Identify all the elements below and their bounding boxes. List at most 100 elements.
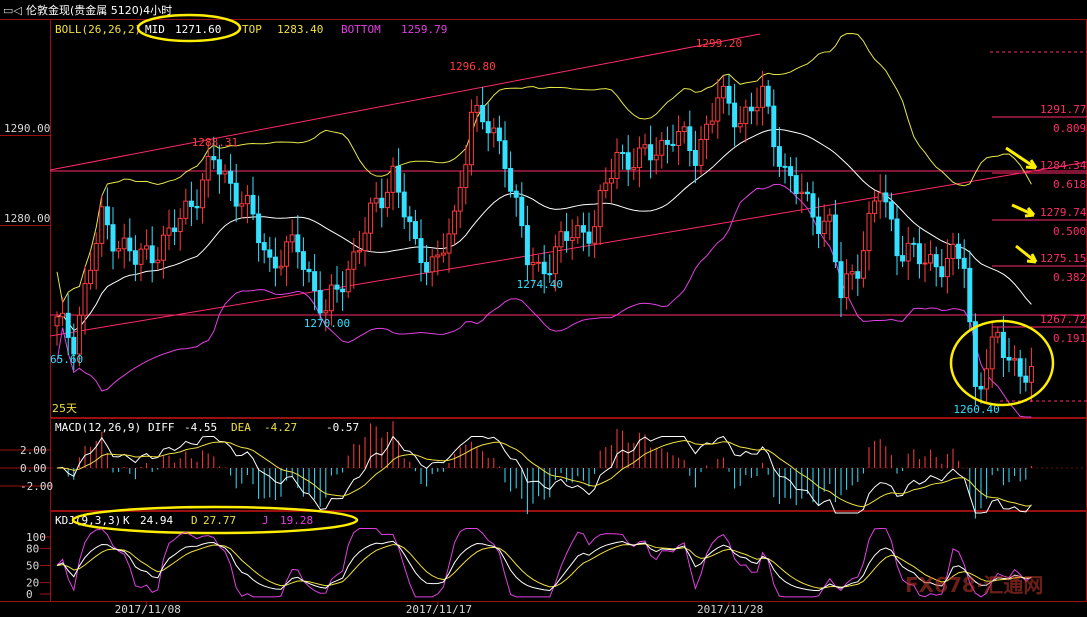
candle-body [228,170,234,184]
price-annotation: 65.60 [50,353,83,366]
candle-body [116,248,122,252]
candle-body [513,190,519,198]
fib-ratio: 0.618 [1053,178,1086,191]
candle-body [491,127,497,134]
candle-body [715,97,721,122]
candle-body [312,271,318,292]
price-annotation: 1296.80 [449,60,495,73]
date-label: 2017/11/28 [697,603,763,616]
candle-body [183,200,189,219]
candle-body [810,193,816,218]
macd-legend: MACD(12,26,9) DIFF -4.55 DEA -4.27 -0.57 [55,421,359,434]
macd-tick-label: 2.00 [20,444,47,457]
price-chart: ▭◁ 伦敦金现(贵金属 5120)4小时 BOLL(26,26,2) MID 1… [0,3,1087,616]
candle-body [177,217,183,233]
arrow-icon [1005,146,1038,170]
chart-title: 伦敦金现(贵金属 5120)4小时 [26,3,172,17]
candle-body [396,165,402,193]
candle-body [558,231,564,248]
candle-body [1017,358,1023,377]
candle-body [351,251,357,270]
candle-body [788,166,794,177]
candle-body [345,268,351,293]
candle-body [939,266,945,278]
kdj-k-value: 24.94 [140,514,173,527]
candle-body [65,312,71,338]
candle-body [502,140,508,170]
candle-body [620,151,626,154]
date-labels: 2017/11/08 2017/11/17 2017/11/28 [115,602,763,616]
candle-body [261,242,267,251]
annotation-arrows [1005,146,1038,264]
boll-bottom-label: BOTTOM [341,23,381,36]
candle-body [306,268,312,273]
candle-body [771,105,777,148]
candle-body [726,85,732,104]
candle-body [239,203,245,207]
candle-body [552,246,558,275]
candle-body [424,262,430,273]
menu-arrows-icon[interactable]: ▭◁ [3,4,22,17]
candle-body [664,139,670,145]
candle-body [541,261,547,275]
bollinger-bands [56,33,1032,418]
candle-body [944,258,950,278]
boll-mid-value: 1271.60 [175,23,221,36]
candle-body [614,151,620,179]
candle-body [256,213,262,244]
macd-dea-value: -4.27 [264,421,297,434]
candle-body [950,243,956,260]
candle-body [676,130,682,146]
boll-bottom-value: 1259.79 [401,23,447,36]
candle-body [564,231,570,241]
candle-body [508,168,514,192]
candle-body [233,182,239,207]
candle-body [592,226,598,244]
candle-body [194,205,200,209]
candle-body [216,159,222,175]
candle-body [407,216,413,223]
candle-body [866,212,872,252]
price-annotation: 1299.20 [696,37,742,50]
macd-diff-value: -4.55 [184,421,217,434]
candle-body [692,150,698,166]
candle-body [989,336,995,370]
candle-body [860,250,866,279]
candle-body [967,267,973,323]
candle-body [289,234,295,243]
candle-body [804,191,810,195]
candle-body [687,126,693,152]
candle-body [709,120,715,125]
price-annotation: 1288.31 [192,136,238,149]
candle-body [250,194,256,215]
macd-value: -0.57 [326,421,359,434]
candle-body [631,167,637,170]
candle-body [648,144,654,161]
candle-body [922,262,928,265]
candle-body [82,283,88,316]
candle-body [855,271,861,279]
candle-body [547,273,553,276]
kdj-d-line [56,543,1032,589]
candle-body [379,197,385,209]
candle-body [737,123,743,128]
candle-body [972,321,978,387]
boll-top-value: 1283.40 [277,23,323,36]
candle-body [704,123,710,140]
candle-body [474,104,480,113]
candle-body [323,310,329,314]
candle-body [200,179,206,209]
kdj-k-line [56,540,1032,592]
candle-body [93,242,99,271]
fib-price: 1284.34 [1040,159,1087,172]
candle-body [905,242,911,262]
candle-body [429,256,435,273]
boll-label: BOLL(26,26,2) [55,23,141,36]
candle-body [468,111,474,166]
boll-legend: BOLL(26,26,2) MID 1271.60 TOP 1283.40 BO… [55,13,447,43]
candle-body [978,385,984,390]
candle-body [166,227,172,236]
candle-body [384,191,390,209]
trend-line [49,33,761,171]
candle-body [373,197,379,204]
